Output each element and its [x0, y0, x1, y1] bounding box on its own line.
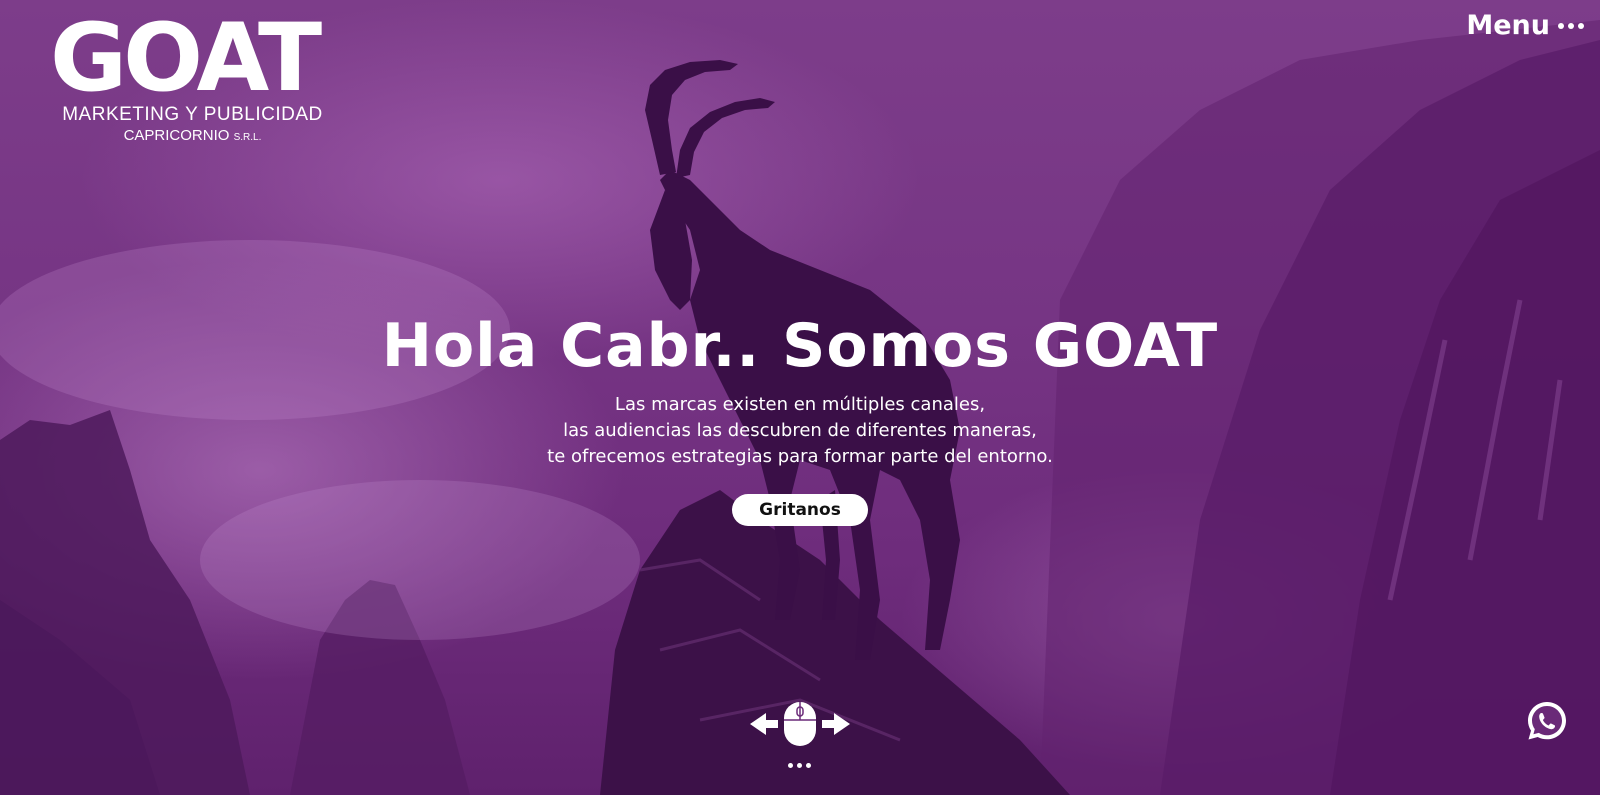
hero-line: te ofrecemos estrategias para formar par… [547, 446, 1053, 467]
hero-description: Las marcas existen en múltiples canales,… [0, 392, 1600, 470]
brand-logo[interactable]: GOAT MARKETING Y PUBLICIDAD CAPRICORNIO … [50, 4, 335, 145]
mouse-scroll-arrows-icon[interactable] [746, 700, 854, 748]
hero-section: Hola Cabr.. Somos GOAT Las marcas existe… [0, 308, 1600, 526]
logo-wordmark: GOAT [50, 4, 322, 113]
contact-cta-button[interactable]: Gritanos [732, 494, 868, 526]
scroll-dots-icon [788, 763, 811, 768]
menu-button[interactable]: Menu [1466, 10, 1584, 41]
menu-label: Menu [1466, 10, 1550, 41]
logo-company-main: CAPRICORNIO [123, 127, 230, 144]
logo-company-suffix: S.R.L. [233, 132, 262, 143]
hero-line: las audiencias las descubren de diferent… [563, 420, 1037, 441]
hero-title: Hola Cabr.. Somos GOAT [381, 311, 1219, 381]
logo-company-name: CAPRICORNIO S.R.L. [50, 127, 335, 144]
hero-line: Las marcas existen en múltiples canales, [614, 394, 986, 415]
whatsapp-icon[interactable] [1525, 699, 1569, 743]
more-dots-icon [1558, 22, 1584, 29]
